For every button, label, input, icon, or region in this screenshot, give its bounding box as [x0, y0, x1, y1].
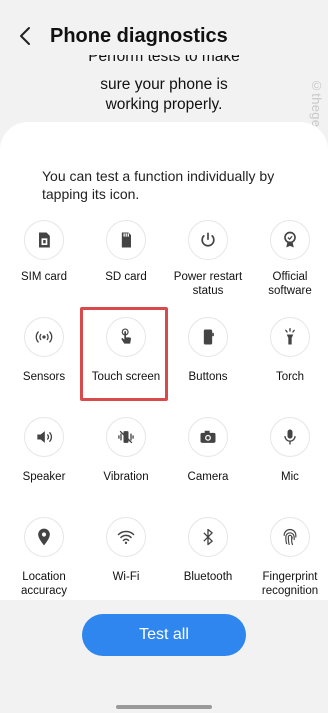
page-title: Phone diagnostics — [50, 25, 228, 47]
sensors-icon[interactable] — [24, 317, 64, 357]
bluetooth-icon[interactable] — [188, 517, 228, 557]
camera-icon[interactable] — [188, 417, 228, 457]
test-label: SD card — [105, 271, 147, 283]
test-label: Location accuracy — [20, 571, 68, 597]
torch-icon[interactable] — [270, 317, 310, 357]
test-label: SIM card — [20, 271, 67, 283]
buttons-icon[interactable] — [188, 317, 228, 357]
test-label: Torch — [275, 371, 305, 383]
test-label: Wi-Fi — [112, 571, 140, 583]
intro-line-2: sure your phone is — [100, 76, 228, 93]
sd-card-icon[interactable] — [106, 220, 146, 260]
speaker-icon[interactable] — [24, 417, 64, 457]
test-label: Bluetooth — [183, 571, 233, 583]
mic-icon[interactable] — [270, 417, 310, 457]
card-description: You can test a function individually by … — [42, 168, 275, 202]
fingerprint-icon[interactable] — [270, 517, 310, 557]
test-label: Official software — [268, 271, 312, 297]
intro-line-1: Perform tests to make — [88, 55, 240, 65]
test-label: Fingerprint recognition — [261, 571, 319, 597]
wifi-icon[interactable] — [106, 517, 146, 557]
vibration-icon[interactable] — [106, 417, 146, 457]
header: Phone diagnostics — [0, 0, 328, 56]
test-label: Power restart status — [173, 271, 243, 297]
home-indicator — [116, 705, 212, 709]
test-label: Vibration — [103, 471, 149, 483]
intro-line-3: working properly. — [105, 96, 223, 113]
test-label: Buttons — [188, 371, 228, 383]
test-label: Camera — [187, 471, 229, 483]
location-icon[interactable] — [24, 517, 64, 557]
test-label: Speaker — [22, 471, 66, 483]
official-software-icon[interactable] — [270, 220, 310, 260]
test-label: Mic — [281, 471, 299, 483]
back-arrow-icon[interactable] — [14, 24, 38, 48]
power-restart-icon[interactable] — [188, 220, 228, 260]
touch-screen-highlight — [80, 307, 168, 401]
sim-card-icon[interactable] — [24, 220, 64, 260]
test-all-button[interactable]: Test all — [82, 614, 246, 656]
test-label: Sensors — [22, 371, 66, 383]
